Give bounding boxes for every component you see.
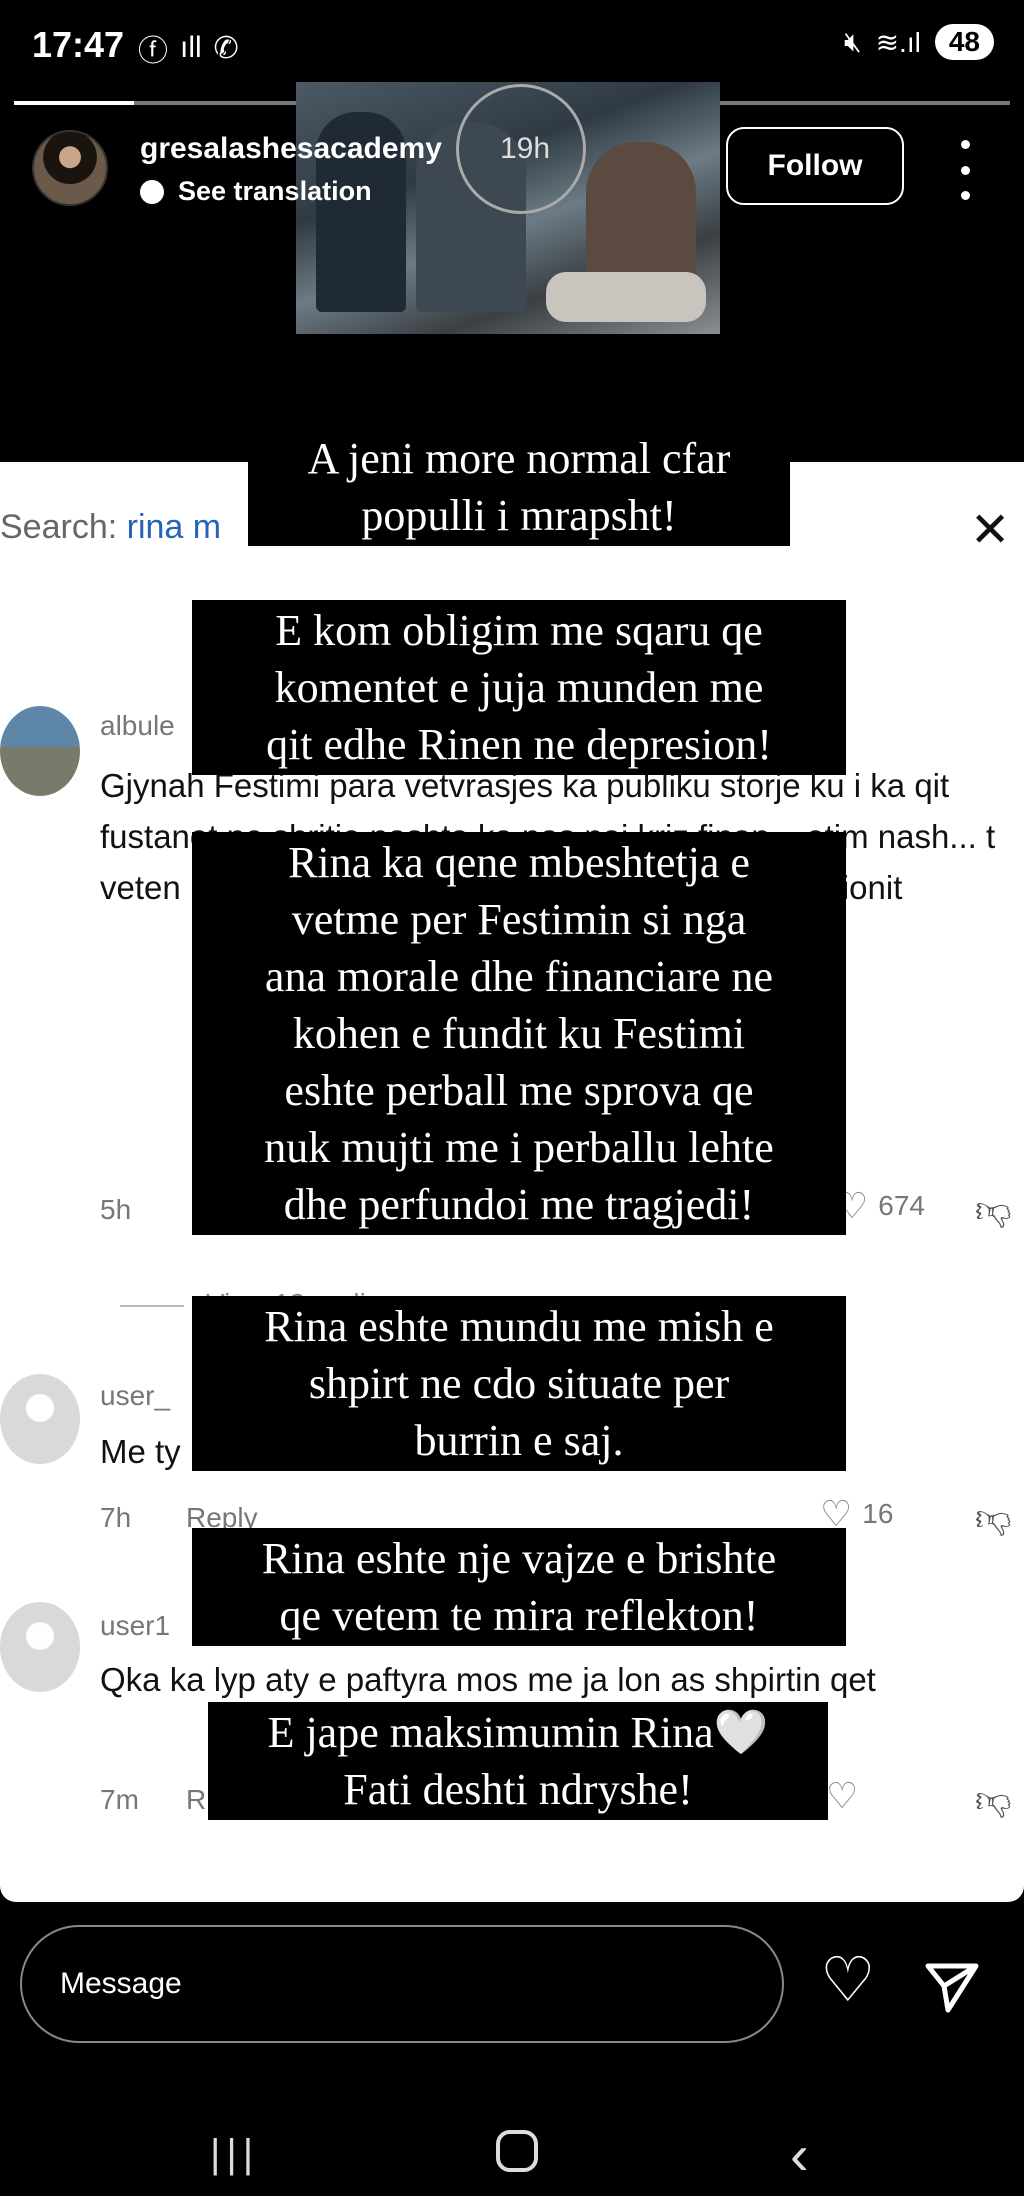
comment-time: 5h — [100, 1194, 132, 1225]
caption-text: Rina ka qene mbeshtetja e vetme per Fest… — [192, 832, 846, 1235]
send-icon[interactable] — [924, 1958, 980, 2014]
back-icon[interactable]: ‹ — [790, 2122, 809, 2187]
search-header: Search: rina m — [0, 508, 221, 547]
recents-icon[interactable]: ||| — [210, 2132, 259, 2177]
mute-icon: 🔇︎ — [843, 25, 862, 57]
status-time: 17:47 — [32, 24, 125, 65]
caption-text: Rina eshte nje vajze e brishte qe vetem … — [192, 1528, 846, 1646]
close-icon: ✕ — [970, 504, 1011, 557]
signal-icon: ıll — [180, 31, 202, 64]
comment-text: Qka ka lyp aty e paftyra mos me ja lon a… — [100, 1661, 876, 1698]
heart-icon[interactable]: ♡ — [820, 1950, 876, 2012]
home-icon[interactable] — [496, 2130, 538, 2172]
wifi-icon: ≋.ıl — [875, 26, 921, 58]
message-input[interactable]: Message — [20, 1925, 784, 2043]
status-bar: 17:47 ⓕ ıll ✆ 🔇︎ ≋.ıl 48 — [0, 0, 1024, 90]
profile-avatar[interactable] — [32, 130, 108, 206]
caption-text: E kom obligim me sqaru qe komentet e juj… — [192, 600, 846, 775]
comment-avatar — [0, 1602, 80, 1692]
comment-reply: R — [186, 1784, 207, 1815]
see-translation-link[interactable]: See translation — [140, 176, 372, 207]
comment-time: 7m — [100, 1784, 139, 1815]
heart-icon: ♡ — [826, 1775, 859, 1816]
story-header: gresalashesacademy 19h See translation F… — [0, 82, 1024, 470]
more-vertical-icon[interactable] — [955, 140, 975, 200]
dislike-icon: 👎︎ — [975, 1497, 1012, 1538]
comment-avatar — [0, 706, 80, 796]
search-query: rina m — [126, 508, 222, 546]
story-time-ago: 19h — [500, 132, 551, 165]
story-progress-fill — [14, 101, 134, 105]
translate-icon — [140, 179, 164, 204]
comment-user: user_ — [100, 1380, 171, 1411]
story-photo — [296, 82, 720, 334]
comment-time: 7h — [100, 1502, 132, 1533]
comment-user: user1 — [100, 1610, 171, 1641]
message-placeholder: Message — [60, 1967, 182, 2000]
comment-likes: ♡ 674 — [836, 1185, 925, 1226]
search-prefix: Search: — [0, 508, 127, 546]
comment-avatar — [0, 1374, 80, 1464]
battery-badge: 48 — [934, 24, 994, 60]
system-nav-bar: ||| ‹ — [0, 2090, 1024, 2196]
dislike-icon: 👎︎ — [975, 1189, 1012, 1230]
heart-icon: ♡ — [820, 1493, 853, 1534]
caption-text: A jeni more normal cfar populli i mrapsh… — [248, 428, 790, 546]
story-username[interactable]: gresalashesacademy — [140, 132, 442, 166]
see-translation-label: See translation — [178, 176, 372, 206]
whatsapp-icon: ✆ — [213, 31, 239, 65]
caption-text: E jape maksimumin Rina🤍 Fati deshti ndry… — [208, 1702, 828, 1820]
comment-likes: ♡ — [826, 1778, 858, 1814]
comment-likes: ♡ 16 — [820, 1493, 894, 1534]
dislike-icon: 👎︎ — [975, 1779, 1012, 1820]
caption-text: Rina eshte mundu me mish e shpirt ne cdo… — [192, 1296, 846, 1471]
comment-user: albule — [100, 710, 175, 741]
facebook-icon: ⓕ — [138, 35, 168, 68]
follow-button[interactable]: Follow — [726, 127, 904, 205]
